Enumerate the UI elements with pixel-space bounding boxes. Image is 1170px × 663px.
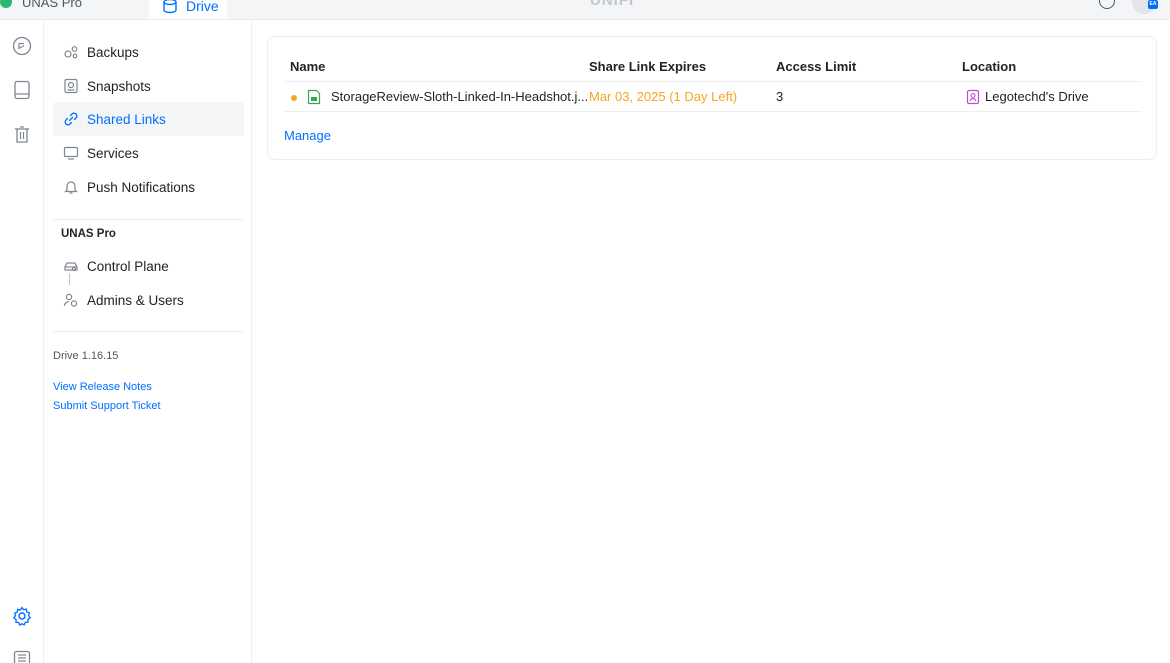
help-icon[interactable] xyxy=(1099,0,1115,9)
link-icon xyxy=(63,111,79,127)
app-name: UNAS Pro xyxy=(22,0,82,10)
monitor-icon xyxy=(63,145,79,161)
support-ticket-link[interactable]: Submit Support Ticket xyxy=(53,400,161,412)
location-name: Legotechd's Drive xyxy=(985,89,1089,104)
sidebar-item-shared-links[interactable]: Shared Links xyxy=(53,102,244,136)
settings-sidebar: Backups Snapshots Shared Links Services … xyxy=(44,20,252,663)
sidebar-item-label: Backups xyxy=(87,44,139,60)
sidebar-item-label: Push Notifications xyxy=(87,179,196,195)
icon-rail xyxy=(0,20,44,663)
column-header-name[interactable]: Name xyxy=(290,59,325,74)
sidebar-item-label: Admins & Users xyxy=(87,292,184,308)
top-bar: UNAS Pro Drive UNIFI EA xyxy=(0,0,1170,20)
tab-drive[interactable]: Drive xyxy=(149,0,227,19)
column-header-access-limit[interactable]: Access Limit xyxy=(776,59,856,74)
drive-icon xyxy=(163,0,177,14)
tab-drive-label: Drive xyxy=(186,0,219,14)
sidebar-item-backups[interactable]: Backups xyxy=(53,35,244,69)
users-icon xyxy=(63,292,79,308)
sidebar-item-label: Services xyxy=(87,145,139,161)
control-plane-icon xyxy=(63,258,79,274)
status-dot xyxy=(291,95,297,101)
column-header-expires[interactable]: Share Link Expires xyxy=(589,59,706,74)
sidebar-item-snapshots[interactable]: Snapshots xyxy=(53,69,244,103)
sidebar-item-label: Snapshots xyxy=(87,78,151,94)
app-logo-icon xyxy=(0,0,12,8)
column-header-location[interactable]: Location xyxy=(962,59,1016,74)
avatar-badge: EA xyxy=(1148,0,1158,9)
drive-location-icon xyxy=(966,89,980,108)
settings-icon[interactable] xyxy=(11,605,33,627)
device-icon[interactable] xyxy=(11,79,33,101)
sidebar-item-label: Shared Links xyxy=(87,111,166,127)
shared-links-card: Name Share Link Expires Access Limit Loc… xyxy=(267,36,1157,160)
sidebar-item-push-notifications[interactable]: Push Notifications xyxy=(53,170,244,204)
sidebar-item-services[interactable]: Services xyxy=(53,136,244,170)
expiry-date: Mar 03, 2025 (1 Day Left) xyxy=(589,89,738,104)
row-divider xyxy=(284,111,1142,112)
list-icon[interactable] xyxy=(11,647,33,663)
divider xyxy=(53,219,244,220)
section-title: UNAS Pro xyxy=(61,228,116,240)
image-file-icon xyxy=(307,89,321,108)
header-divider xyxy=(284,81,1142,82)
backups-icon xyxy=(63,44,79,60)
sidebar-item-admins-users[interactable]: Admins & Users xyxy=(53,283,244,317)
file-name[interactable]: StorageReview-Sloth-Linked-In-Headshot.j… xyxy=(331,89,588,104)
version-label: Drive 1.16.15 xyxy=(53,350,119,362)
app-switcher[interactable]: UNAS Pro xyxy=(0,0,82,12)
trash-icon[interactable] xyxy=(11,124,33,146)
snapshots-icon xyxy=(63,78,79,94)
sync-icon[interactable] xyxy=(11,35,33,57)
sidebar-item-label: Control Plane xyxy=(87,258,169,274)
manage-link[interactable]: Manage xyxy=(284,128,331,143)
bell-icon xyxy=(63,179,79,195)
brand-title: UNIFI xyxy=(590,0,635,9)
release-notes-link[interactable]: View Release Notes xyxy=(53,381,152,393)
sidebar-item-control-plane[interactable]: Control Plane xyxy=(53,249,244,283)
access-limit: 3 xyxy=(776,89,784,104)
divider xyxy=(53,331,244,332)
